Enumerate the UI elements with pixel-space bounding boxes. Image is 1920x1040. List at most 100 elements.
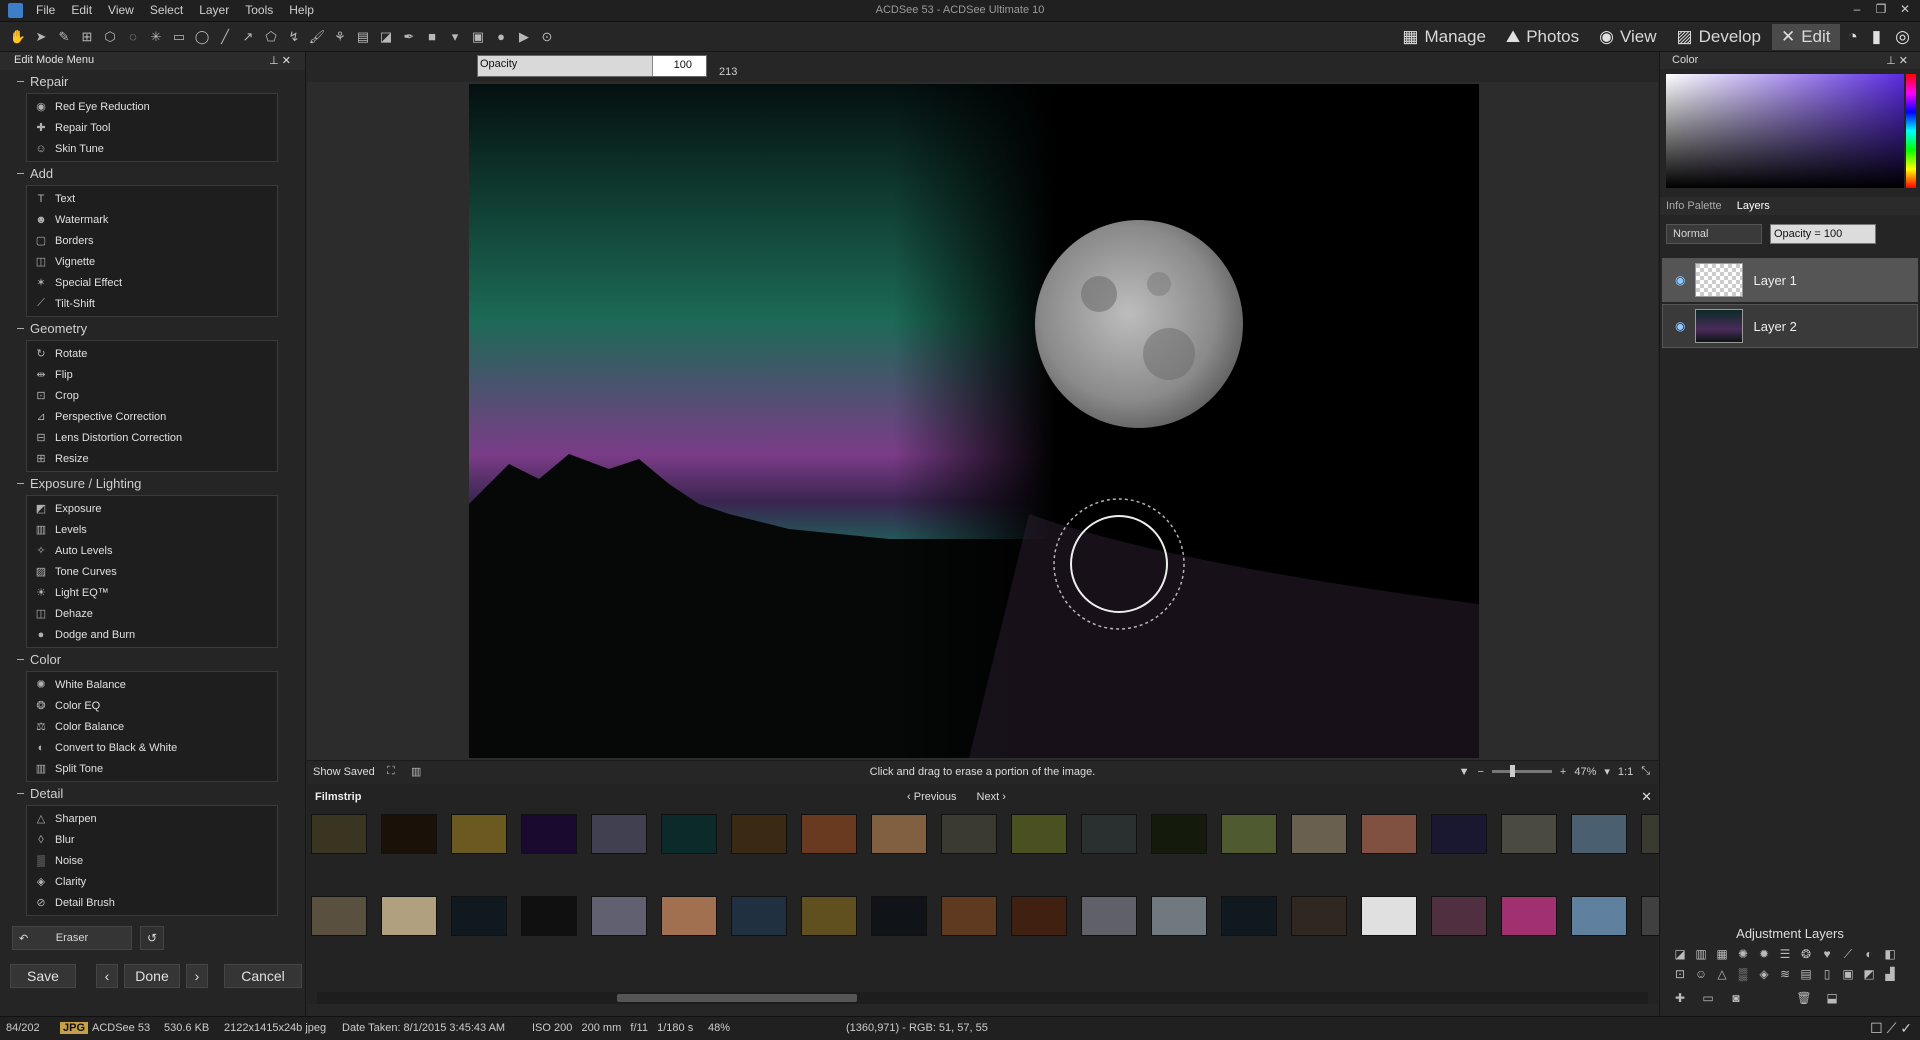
layer-row[interactable]: ◉ Layer 2 bbox=[1662, 304, 1918, 348]
filmstrip-thumbnail[interactable] bbox=[1571, 814, 1627, 854]
filmstrip-thumbnail[interactable] bbox=[1501, 896, 1557, 936]
actual-size[interactable]: 1:1 bbox=[1618, 766, 1633, 778]
mode-view[interactable]: ◉ View bbox=[1590, 24, 1665, 50]
eraser-icon[interactable]: ◪ bbox=[376, 28, 396, 46]
filmstrip-thumbnail[interactable] bbox=[1081, 814, 1137, 854]
eyedropper-icon[interactable]: ✒ bbox=[399, 28, 419, 46]
duplicate-layer-icon[interactable]: ▭ bbox=[1700, 990, 1716, 1006]
menu-item-split-tone[interactable]: ▥ Split Tone bbox=[27, 758, 277, 779]
zoom-value[interactable]: 47% bbox=[1574, 766, 1596, 778]
restore-icon[interactable]: ❐ bbox=[1870, 2, 1892, 20]
mode-manage[interactable]: ▦ Manage bbox=[1393, 24, 1495, 50]
vignette-icon[interactable]: ◐ bbox=[1861, 946, 1877, 962]
grain-icon[interactable]: ▯ bbox=[1819, 966, 1835, 982]
mode-photos[interactable]: ⛰ Photos bbox=[1497, 24, 1588, 50]
exposure-icon[interactable]: ◪ bbox=[1672, 946, 1688, 962]
filmstrip-thumbnail[interactable] bbox=[1291, 814, 1347, 854]
menu-item-white-balance[interactable]: ✺ White Balance bbox=[27, 674, 277, 695]
menu-help[interactable]: Help bbox=[281, 3, 322, 17]
play-icon[interactable]: ▶ bbox=[514, 28, 534, 46]
mode-365[interactable]: ◔ bbox=[1842, 24, 1864, 50]
fill-icon[interactable]: ▾ bbox=[445, 28, 465, 46]
filmstrip-thumbnail[interactable] bbox=[661, 896, 717, 936]
histogram-icon[interactable]: ▟ bbox=[1882, 966, 1898, 982]
menu-select[interactable]: Select bbox=[142, 3, 191, 17]
dehaze-icon[interactable]: ✹ bbox=[1756, 946, 1772, 962]
mode-edit[interactable]: ✕ Edit bbox=[1771, 24, 1840, 50]
filmstrip-thumbnail[interactable] bbox=[1151, 896, 1207, 936]
split-tone-icon[interactable]: ≋ bbox=[1777, 966, 1793, 982]
section-header[interactable]: Detail bbox=[17, 786, 305, 801]
layer-opacity-input[interactable]: Opacity = 100 bbox=[1770, 224, 1876, 244]
zoom-slider-handle[interactable] bbox=[1509, 765, 1515, 777]
menu-tools[interactable]: Tools bbox=[237, 3, 281, 17]
merge-layer-icon[interactable]: ⬓ bbox=[1824, 990, 1840, 1006]
mask-icon[interactable]: ▣ bbox=[468, 28, 488, 46]
tone-curves-icon[interactable]: ▦ bbox=[1714, 946, 1730, 962]
sharpen-icon[interactable]: △ bbox=[1714, 966, 1730, 982]
filmstrip-thumbnail[interactable] bbox=[1011, 814, 1067, 854]
done-button[interactable]: Done bbox=[124, 964, 180, 988]
pin-close-icon[interactable]: ⊥ ✕ bbox=[1886, 54, 1908, 67]
filmstrip-thumbnail[interactable] bbox=[1011, 896, 1067, 936]
filmstrip-thumbnail[interactable] bbox=[381, 896, 437, 936]
photo-filter-icon[interactable]: ⊡ bbox=[1672, 966, 1688, 982]
section-header[interactable]: Repair bbox=[17, 74, 305, 89]
filmstrip-thumbnail[interactable] bbox=[1151, 814, 1207, 854]
add-layer-icon[interactable]: ✚ bbox=[1672, 990, 1688, 1006]
magic-wand-icon[interactable]: ✎ bbox=[54, 28, 74, 46]
bw-icon[interactable]: ▤ bbox=[1798, 966, 1814, 982]
filmstrip-thumbnail[interactable] bbox=[661, 814, 717, 854]
mode-dashboard[interactable]: ▮ bbox=[1866, 24, 1887, 50]
polygon-icon[interactable]: ⬠ bbox=[261, 28, 281, 46]
tab-info-palette[interactable]: Info Palette bbox=[1660, 197, 1728, 215]
close-icon[interactable]: ✕ bbox=[1894, 2, 1916, 20]
image-canvas[interactable] bbox=[307, 82, 1658, 760]
filmstrip-thumbnail[interactable] bbox=[731, 814, 787, 854]
color-balance-icon[interactable]: ♥ bbox=[1819, 946, 1835, 962]
next-button[interactable]: Next › bbox=[977, 791, 1006, 803]
active-tool-button[interactable]: ↶ Eraser bbox=[12, 926, 132, 950]
menu-item-noise[interactable]: ▒ Noise bbox=[27, 850, 277, 871]
filmstrip-thumbnail[interactable] bbox=[801, 814, 857, 854]
grad-icon[interactable]: ▣ bbox=[1840, 966, 1856, 982]
menu-edit[interactable]: Edit bbox=[63, 3, 100, 17]
filmstrip-thumbnail[interactable] bbox=[1361, 896, 1417, 936]
cancel-button[interactable]: Cancel bbox=[224, 964, 302, 988]
menu-item-clarity[interactable]: ◈ Clarity bbox=[27, 871, 277, 892]
filmstrip-tab[interactable]: Filmstrip bbox=[315, 791, 361, 803]
menu-item-light-eq-[interactable]: ☀ Light EQ™ bbox=[27, 582, 277, 603]
filmstrip-thumbnail[interactable] bbox=[591, 814, 647, 854]
filmstrip-thumbnail[interactable] bbox=[521, 814, 577, 854]
zoom-in-icon[interactable]: + bbox=[1560, 766, 1566, 778]
light-eq-icon[interactable]: ✺ bbox=[1735, 946, 1751, 962]
view-toggle-icons[interactable]: ☐ ⟋ ✓ bbox=[1870, 1020, 1912, 1037]
menu-item-vignette[interactable]: ◫ Vignette bbox=[27, 251, 277, 272]
brush-icon[interactable]: 🖌 bbox=[307, 28, 327, 46]
rect-select-icon[interactable]: ▭ bbox=[169, 28, 189, 46]
section-header[interactable]: Geometry bbox=[17, 321, 305, 336]
levels-icon[interactable]: ▥ bbox=[1693, 946, 1709, 962]
wand-icon[interactable]: ✳ bbox=[146, 28, 166, 46]
blend-mode-select[interactable]: Normal bbox=[1666, 224, 1762, 244]
menu-item-skin-tune[interactable]: ☺ Skin Tune bbox=[27, 138, 277, 159]
filmstrip-thumbnail[interactable] bbox=[1081, 896, 1137, 936]
special-effect-icon[interactable]: ◧ bbox=[1882, 946, 1898, 962]
menu-item-lens-distortion-correction[interactable]: ⊟ Lens Distortion Correction bbox=[27, 427, 277, 448]
filmstrip-thumbnail[interactable] bbox=[1221, 814, 1277, 854]
menu-item-rotate[interactable]: ↻ Rotate bbox=[27, 343, 277, 364]
menu-item-color-eq[interactable]: ❂ Color EQ bbox=[27, 695, 277, 716]
menu-item-dehaze[interactable]: ◫ Dehaze bbox=[27, 603, 277, 624]
filmstrip-thumbnail[interactable] bbox=[871, 814, 927, 854]
hue-slider[interactable] bbox=[1906, 74, 1916, 188]
menu-item-color-balance[interactable]: ⚖ Color Balance bbox=[27, 716, 277, 737]
menu-item-tone-curves[interactable]: ▨ Tone Curves bbox=[27, 561, 277, 582]
transform-icon[interactable]: ⬡ bbox=[100, 28, 120, 46]
filmstrip-thumbnail[interactable] bbox=[731, 896, 787, 936]
batch-icon[interactable]: ⊙ bbox=[537, 28, 557, 46]
histogram-icon[interactable]: ▥ bbox=[411, 765, 421, 778]
line-icon[interactable]: ╱ bbox=[215, 28, 235, 46]
filmstrip-scrollbar[interactable] bbox=[317, 992, 1648, 1004]
opacity-input[interactable]: 100 bbox=[652, 56, 706, 76]
select-grid-icon[interactable]: ⊞ bbox=[77, 28, 97, 46]
